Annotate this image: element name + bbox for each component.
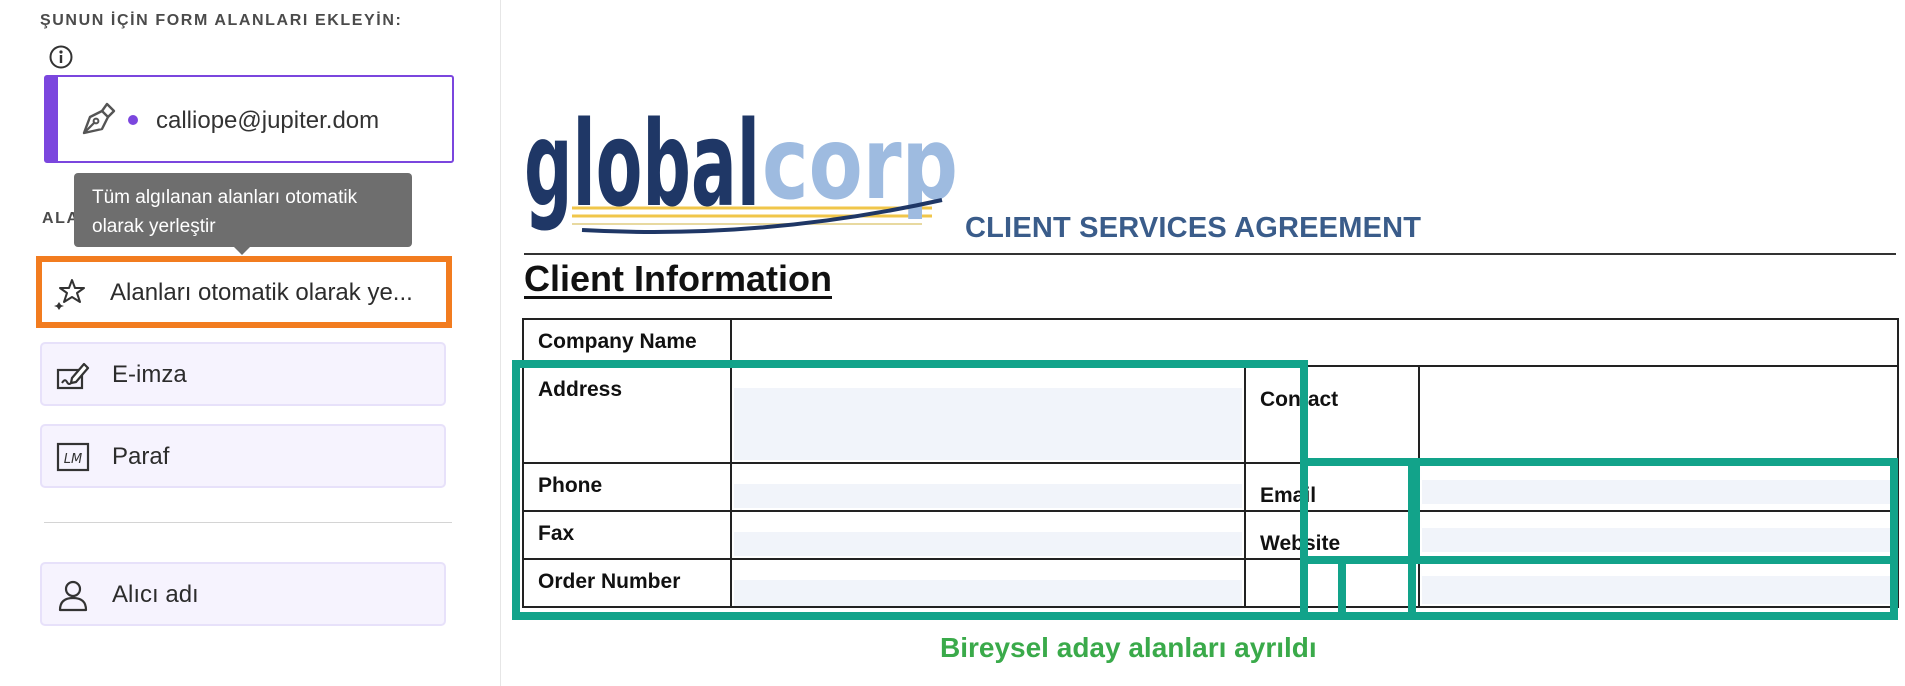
auto-place-tooltip: Tüm algılanan alanları otomatik olarak y…: [74, 173, 412, 255]
initials-icon: LM: [56, 442, 90, 472]
annotation-caption: Bireysel aday alanları ayrıldı: [940, 632, 1317, 663]
recipient-color-dot: [128, 115, 138, 125]
section-title: Client Information: [524, 258, 832, 299]
initials-label: Paraf: [112, 443, 170, 470]
form-fields-panel: ŞUNUN İÇİN FORM ALANLARI EKLEYİN: callio…: [0, 0, 501, 686]
globalcorp-logo: global corp: [524, 95, 958, 234]
esign-button[interactable]: E-imza: [40, 342, 446, 406]
info-icon[interactable]: [48, 44, 74, 70]
svg-text:global: global: [524, 95, 760, 233]
esign-label: E-imza: [112, 361, 187, 388]
fountain-pen-icon: [82, 102, 116, 135]
panel-divider: [44, 522, 452, 523]
agreement-title: CLIENT SERVICES AGREEMENT: [965, 212, 1422, 244]
recipient-name-button[interactable]: Alıcı adı: [40, 562, 446, 626]
panel-title: ŞUNUN İÇİN FORM ALANLARI EKLEYİN:: [40, 12, 403, 29]
initials-button[interactable]: LM Paraf: [40, 424, 446, 488]
recipient-selector[interactable]: calliope@jupiter.dom: [44, 75, 454, 163]
svg-text:LM: LM: [64, 452, 82, 467]
company-name-label: Company Name: [538, 330, 697, 353]
auto-place-highlight: [36, 256, 452, 328]
detected-fields-left-box: [512, 360, 1308, 620]
detected-fields-mid-box: [1300, 458, 1420, 564]
header-rule: [524, 253, 1896, 255]
detected-fields-right-box: [1408, 458, 1898, 620]
recipient-name-label: Alıcı adı: [112, 581, 199, 608]
recipient-email: calliope@jupiter.dom: [156, 107, 380, 134]
table-border-top: [522, 318, 1899, 320]
signature-icon: [56, 362, 90, 390]
person-icon: [58, 580, 88, 612]
